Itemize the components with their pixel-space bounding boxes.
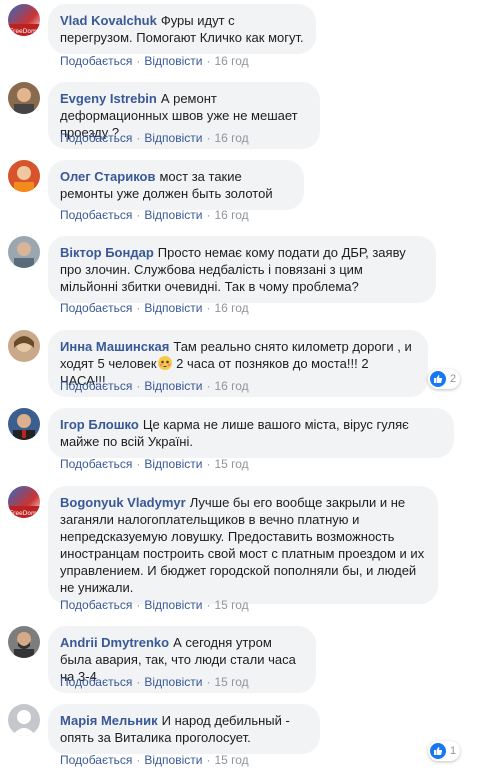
comment-author[interactable]: Vlad Kovalchuk — [60, 13, 157, 28]
comment-time[interactable]: 16 год — [214, 301, 248, 315]
comment-actions: Подобається · Відповісти · 15 год — [60, 598, 249, 612]
avatar[interactable] — [8, 330, 40, 362]
avatar[interactable] — [8, 626, 40, 658]
separator: · — [136, 598, 141, 612]
separator: · — [136, 457, 141, 471]
comment-actions: Подобається · Відповісти · 16 год — [60, 379, 249, 393]
comment-actions: Подобається · Відповісти · 16 год — [60, 54, 249, 68]
separator: · — [136, 675, 141, 689]
separator: · — [206, 598, 211, 612]
avatar[interactable] — [8, 408, 40, 440]
separator: · — [206, 131, 211, 145]
avatar[interactable]: FreeDom — [8, 4, 40, 36]
like-link[interactable]: Подобається — [60, 54, 132, 68]
comment-actions: Подобається · Відповісти · 16 год — [60, 131, 249, 145]
separator: · — [136, 131, 141, 145]
comment-actions: Подобається · Відповісти · 16 год — [60, 301, 249, 315]
separator: · — [206, 457, 211, 471]
separator: · — [136, 379, 141, 393]
comment-author[interactable]: Bogonyuk Vladymyr — [60, 495, 186, 510]
comment-author[interactable]: Evgeny Istrebin — [60, 91, 157, 106]
avatar[interactable]: FreeDom — [8, 486, 40, 518]
svg-text:FreeDom: FreeDom — [10, 510, 37, 517]
reply-link[interactable]: Відповісти — [144, 598, 202, 612]
separator: · — [136, 753, 141, 767]
reply-link[interactable]: Відповісти — [144, 54, 202, 68]
like-link[interactable]: Подобається — [60, 301, 132, 315]
comment-actions: Подобається · Відповісти · 16 год — [60, 208, 249, 222]
comment-bubble: Vlad Kovalchuk Фуры идут с перегрузом. По… — [48, 4, 316, 54]
avatar[interactable] — [8, 236, 40, 268]
reply-link[interactable]: Відповісти — [144, 675, 202, 689]
thumbs-up-icon — [430, 371, 446, 387]
comment-time[interactable]: 16 год — [214, 379, 248, 393]
comment-bubble: Олег Стариков мост за такие ремонты уже д… — [48, 160, 304, 210]
comment-time[interactable]: 15 год — [214, 598, 248, 612]
comment-time[interactable]: 15 год — [214, 753, 248, 767]
reaction-number: 2 — [450, 373, 457, 385]
flushed-face-icon — [157, 356, 172, 370]
comment-time[interactable]: 16 год — [214, 131, 248, 145]
comment-author[interactable]: Ігор Блошко — [60, 417, 139, 432]
reply-link[interactable]: Відповісти — [144, 208, 202, 222]
comment-author[interactable]: Олег Стариков — [60, 169, 155, 184]
comment-actions: Подобається · Відповісти · 15 год — [60, 753, 249, 767]
like-link[interactable]: Подобається — [60, 675, 132, 689]
like-link[interactable]: Подобається — [60, 753, 132, 767]
comment-actions: Подобається · Відповісти · 15 год — [60, 457, 249, 471]
comment-author[interactable]: Инна Машинская — [60, 339, 169, 354]
thumbs-up-icon — [430, 743, 446, 759]
comment-time[interactable]: 15 год — [214, 457, 248, 471]
reply-link[interactable]: Відповісти — [144, 457, 202, 471]
like-link[interactable]: Подобається — [60, 208, 132, 222]
comment-bubble: Марія Мельник И народ дебильный - опять з… — [48, 704, 320, 754]
comment-author[interactable]: Марія Мельник — [60, 713, 158, 728]
like-link[interactable]: Подобається — [60, 131, 132, 145]
separator: · — [206, 208, 211, 222]
reply-link[interactable]: Відповісти — [144, 301, 202, 315]
separator: · — [206, 54, 211, 68]
separator: · — [206, 301, 211, 315]
reply-link[interactable]: Відповісти — [144, 753, 202, 767]
reply-link[interactable]: Відповісти — [144, 131, 202, 145]
comment-text: Лучше бы его вообще закрыли и не заганял… — [60, 495, 425, 595]
separator: · — [136, 208, 141, 222]
like-link[interactable]: Подобається — [60, 598, 132, 612]
reply-link[interactable]: Відповісти — [144, 379, 202, 393]
comment-time[interactable]: 15 год — [214, 675, 248, 689]
like-link[interactable]: Подобається — [60, 379, 132, 393]
comment-author[interactable]: Віктор Бондар — [60, 245, 154, 260]
separator: · — [136, 54, 141, 68]
separator: · — [136, 301, 141, 315]
separator: · — [206, 675, 211, 689]
comment-time[interactable]: 16 год — [214, 208, 248, 222]
comment-bubble: Ігор Блошко Це карма не лише вашого міста… — [48, 408, 454, 458]
avatar[interactable] — [8, 704, 40, 736]
comment-time[interactable]: 16 год — [214, 54, 248, 68]
comment-bubble: Bogonyuk Vladymyr Лучше бы его вообще зак… — [48, 486, 438, 604]
separator: · — [206, 379, 211, 393]
reaction-count[interactable]: 2 — [428, 369, 461, 389]
comment-author[interactable]: Andrii Dmytrenko — [60, 635, 169, 650]
reaction-count[interactable]: 1 — [428, 741, 461, 761]
reaction-number: 1 — [450, 745, 457, 757]
avatar[interactable] — [8, 82, 40, 114]
like-link[interactable]: Подобається — [60, 457, 132, 471]
comment-bubble: Віктор Бондар Просто немає кому подати до… — [48, 236, 436, 303]
svg-text:FreeDom: FreeDom — [10, 28, 37, 35]
comment-actions: Подобається · Відповісти · 15 год — [60, 675, 249, 689]
avatar[interactable] — [8, 160, 40, 192]
separator: · — [206, 753, 211, 767]
